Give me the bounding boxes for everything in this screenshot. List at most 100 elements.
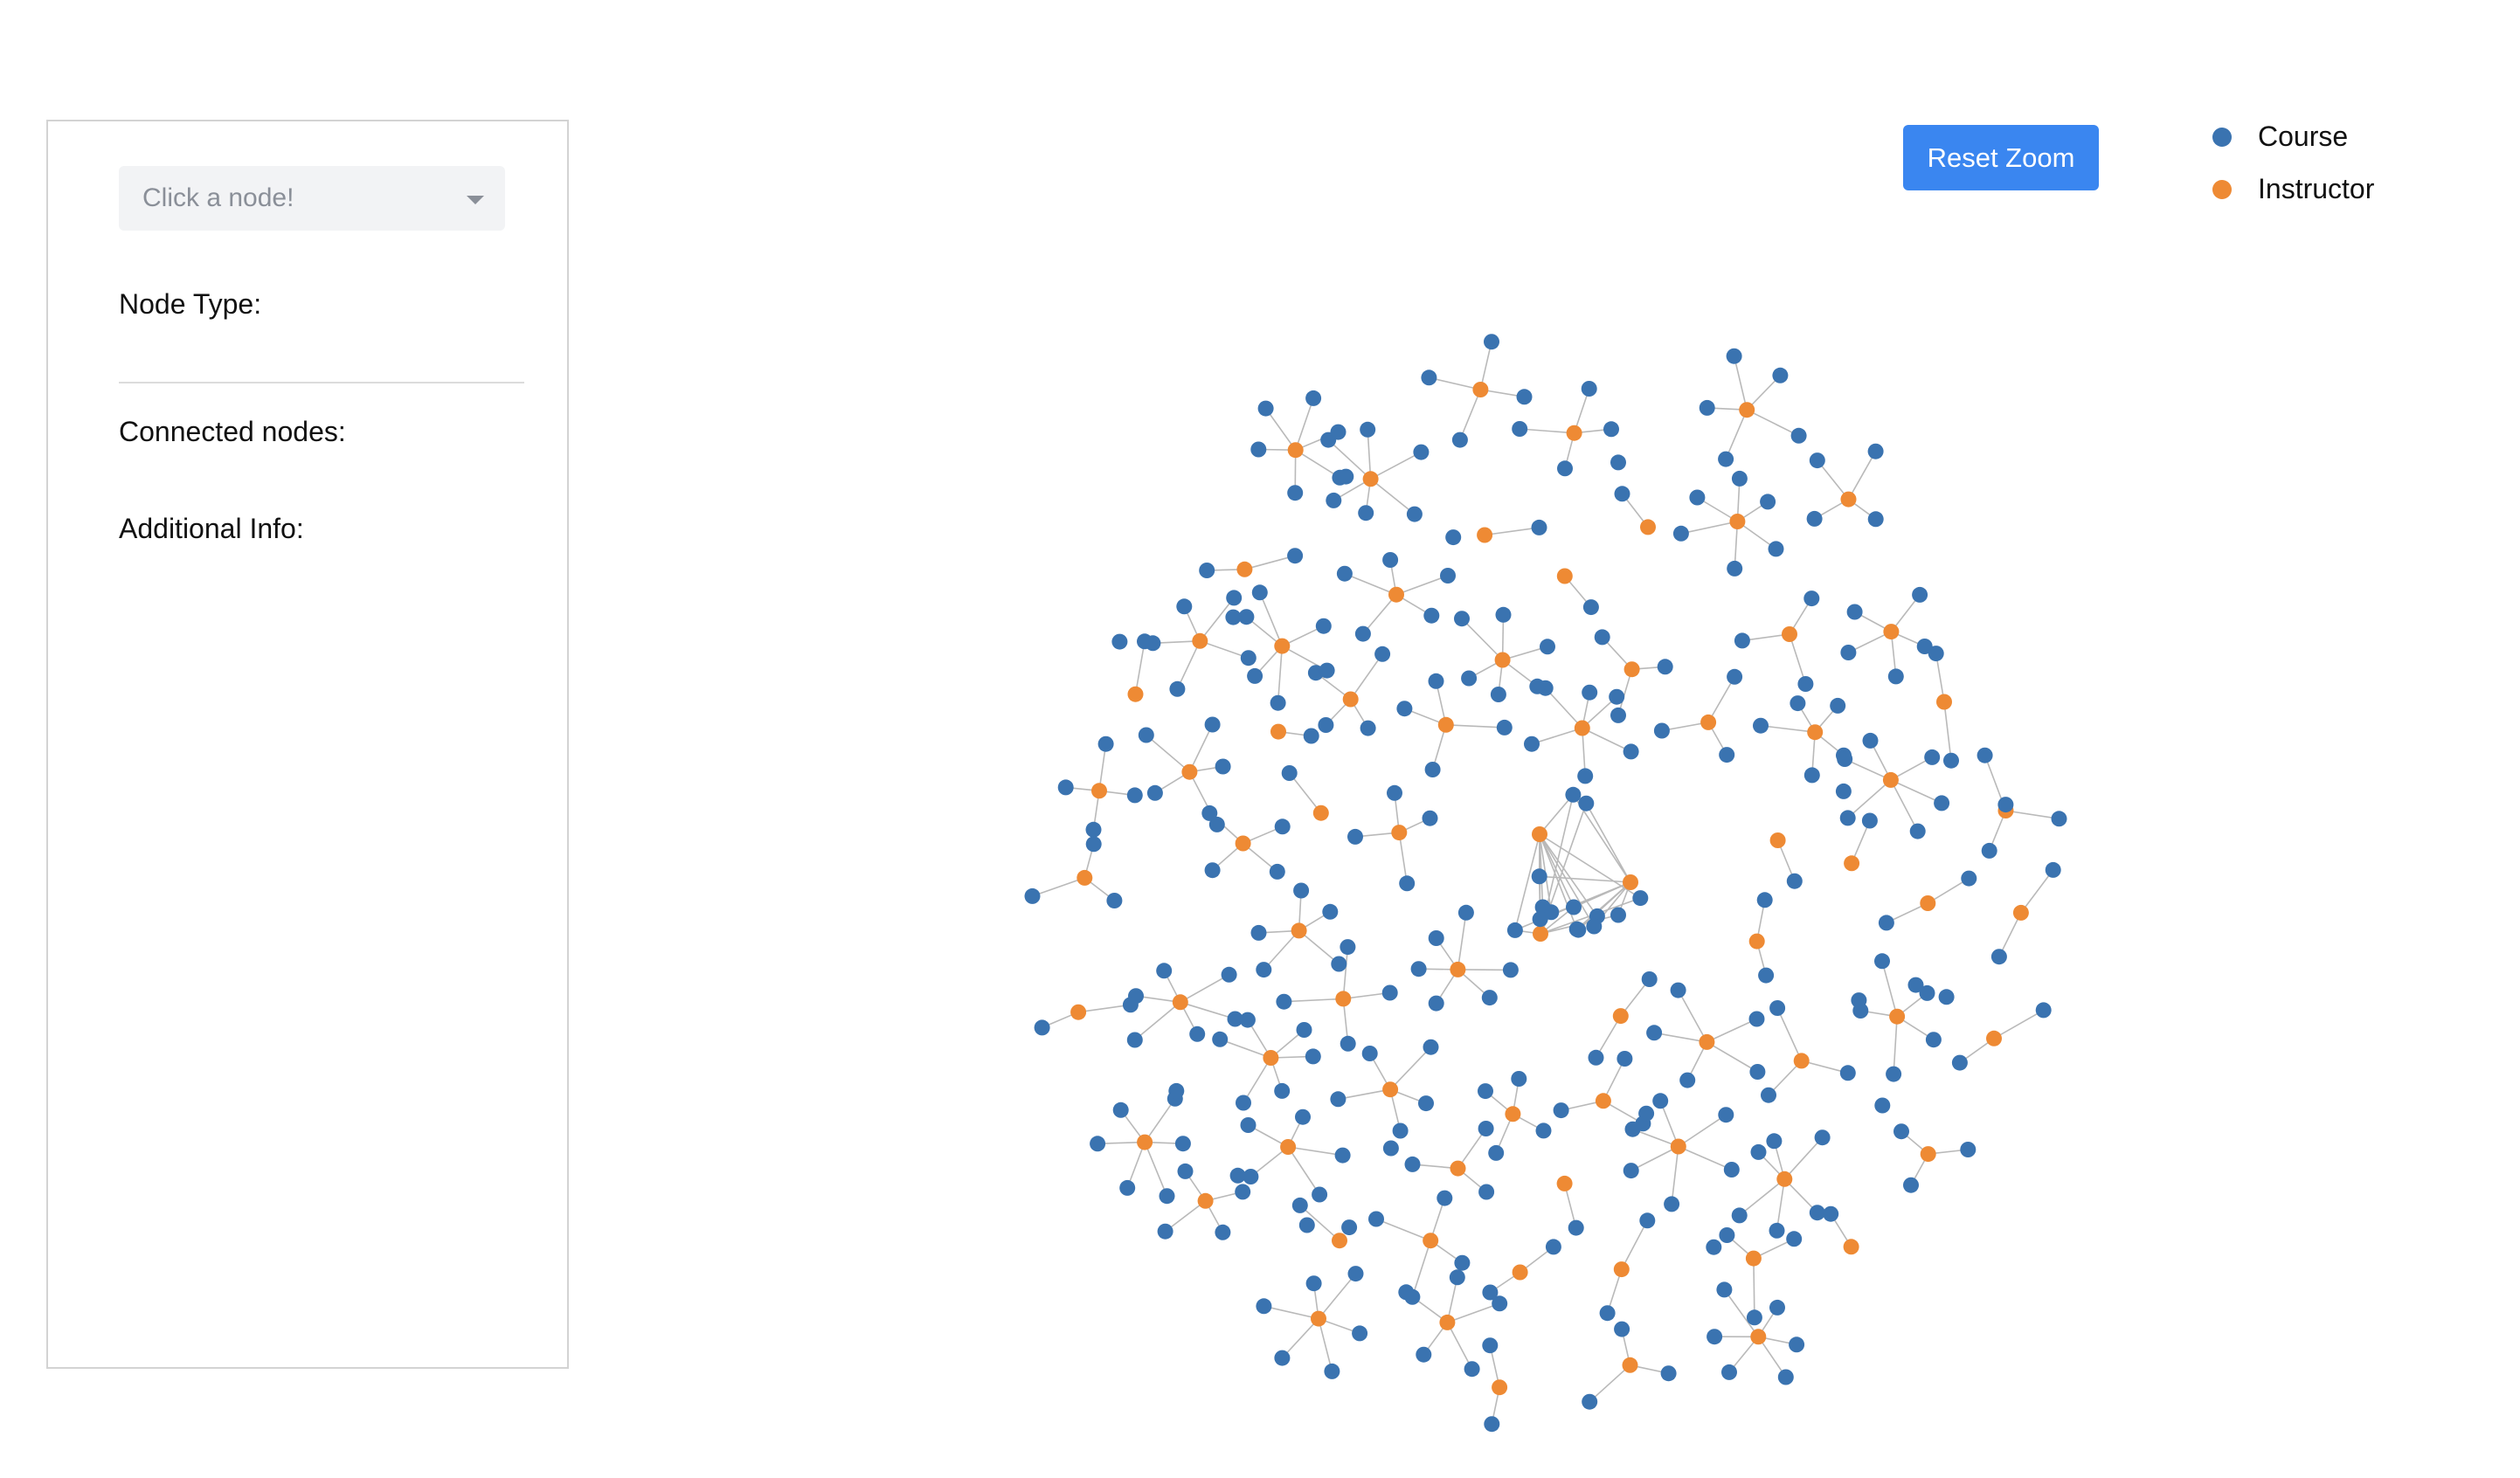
instructor-node[interactable]	[2012, 904, 2029, 921]
network-graph[interactable]	[0, 0, 2520, 1478]
course-node[interactable]	[1138, 727, 1154, 743]
course-node[interactable]	[1464, 1361, 1480, 1378]
course-node[interactable]	[1482, 1284, 1499, 1301]
course-node[interactable]	[1312, 1186, 1328, 1203]
instructor-node[interactable]	[1844, 855, 1860, 872]
instructor-node[interactable]	[1566, 425, 1582, 441]
instructor-node[interactable]	[1391, 825, 1408, 841]
instructor-node[interactable]	[1137, 1134, 1153, 1150]
course-node[interactable]	[1423, 1039, 1439, 1055]
course-node[interactable]	[1609, 688, 1625, 705]
course-node[interactable]	[1718, 451, 1734, 467]
course-node[interactable]	[1699, 399, 1715, 416]
instructor-node[interactable]	[1312, 805, 1329, 821]
course-node[interactable]	[1874, 1097, 1891, 1114]
course-node[interactable]	[1768, 541, 1784, 557]
course-node[interactable]	[1746, 1309, 1762, 1326]
course-node[interactable]	[1146, 784, 1163, 801]
course-node[interactable]	[1236, 1095, 1251, 1111]
course-node[interactable]	[1599, 1305, 1616, 1322]
course-node[interactable]	[1652, 1093, 1669, 1109]
course-node[interactable]	[1835, 783, 1852, 799]
course-node[interactable]	[1177, 1163, 1194, 1179]
course-node[interactable]	[1347, 828, 1363, 845]
course-node[interactable]	[1484, 334, 1499, 350]
instructor-node[interactable]	[1342, 691, 1359, 708]
course-node[interactable]	[1545, 1239, 1561, 1255]
course-node[interactable]	[1354, 625, 1371, 642]
instructor-node[interactable]	[1388, 586, 1404, 603]
course-node[interactable]	[1428, 673, 1444, 689]
instructor-node[interactable]	[1623, 874, 1638, 890]
course-node[interactable]	[1809, 1205, 1825, 1221]
course-node[interactable]	[1293, 882, 1310, 899]
course-node[interactable]	[1413, 444, 1430, 460]
course-node[interactable]	[1340, 1035, 1356, 1052]
course-node[interactable]	[1204, 716, 1221, 733]
instructor-node[interactable]	[1437, 716, 1454, 733]
course-node[interactable]	[1797, 676, 1814, 692]
instructor-node[interactable]	[1750, 1329, 1767, 1345]
instructor-node[interactable]	[1280, 1139, 1297, 1155]
instructor-node[interactable]	[1776, 1171, 1793, 1187]
course-node[interactable]	[1034, 1019, 1050, 1036]
course-node[interactable]	[1239, 1012, 1256, 1028]
course-node[interactable]	[1516, 389, 1533, 405]
course-node[interactable]	[2045, 861, 2061, 878]
course-node[interactable]	[1490, 687, 1506, 702]
course-node[interactable]	[1440, 568, 1456, 584]
course-node[interactable]	[1422, 810, 1438, 826]
course-node[interactable]	[1461, 670, 1478, 687]
course-node[interactable]	[1176, 598, 1193, 615]
instructor-node[interactable]	[1920, 1146, 1936, 1163]
course-node[interactable]	[1582, 599, 1599, 616]
course-node[interactable]	[1653, 722, 1670, 739]
course-node[interactable]	[1867, 443, 1884, 459]
course-node[interactable]	[1240, 650, 1257, 666]
course-node[interactable]	[1907, 977, 1924, 993]
course-node[interactable]	[1225, 609, 1242, 625]
course-node[interactable]	[1423, 607, 1440, 624]
course-node[interactable]	[1319, 662, 1335, 679]
course-node[interactable]	[1814, 1129, 1831, 1146]
course-node[interactable]	[1748, 1011, 1765, 1027]
course-node[interactable]	[1769, 1299, 1785, 1316]
course-node[interactable]	[1256, 1298, 1272, 1315]
instructor-node[interactable]	[1700, 714, 1717, 730]
course-node[interactable]	[1723, 1162, 1740, 1178]
course-node[interactable]	[1839, 810, 1856, 826]
course-node[interactable]	[1478, 1083, 1493, 1100]
instructor-node[interactable]	[1494, 652, 1511, 668]
course-node[interactable]	[1837, 751, 1853, 767]
course-node[interactable]	[1928, 646, 1944, 662]
course-node[interactable]	[1632, 890, 1649, 907]
instructor-node[interactable]	[1127, 686, 1144, 702]
course-node[interactable]	[1766, 1133, 1783, 1150]
course-node[interactable]	[1406, 506, 1423, 522]
instructor-node[interactable]	[1612, 1008, 1629, 1025]
course-node[interactable]	[1215, 758, 1231, 775]
course-node[interactable]	[1623, 1163, 1639, 1179]
course-node[interactable]	[1215, 1224, 1231, 1240]
course-node[interactable]	[1404, 1288, 1421, 1305]
course-node[interactable]	[1924, 749, 1941, 765]
course-node[interactable]	[1085, 836, 1102, 853]
course-node[interactable]	[1221, 966, 1237, 983]
course-node[interactable]	[1532, 911, 1548, 928]
instructor-node[interactable]	[1332, 1233, 1347, 1249]
instructor-node[interactable]	[1382, 1081, 1399, 1098]
course-node[interactable]	[1437, 1190, 1453, 1206]
course-node[interactable]	[1726, 348, 1742, 364]
course-node[interactable]	[1449, 1269, 1465, 1286]
course-node[interactable]	[1358, 505, 1374, 521]
instructor-node[interactable]	[1439, 1314, 1456, 1330]
course-node[interactable]	[1977, 747, 1993, 763]
course-node[interactable]	[1360, 421, 1376, 438]
course-node[interactable]	[1772, 367, 1789, 383]
instructor-node[interactable]	[1070, 1004, 1087, 1020]
course-node[interactable]	[1341, 1219, 1358, 1236]
course-node[interactable]	[1361, 1046, 1378, 1061]
course-node[interactable]	[1531, 868, 1547, 885]
course-node[interactable]	[1404, 1156, 1421, 1172]
instructor-node[interactable]	[1172, 994, 1188, 1011]
